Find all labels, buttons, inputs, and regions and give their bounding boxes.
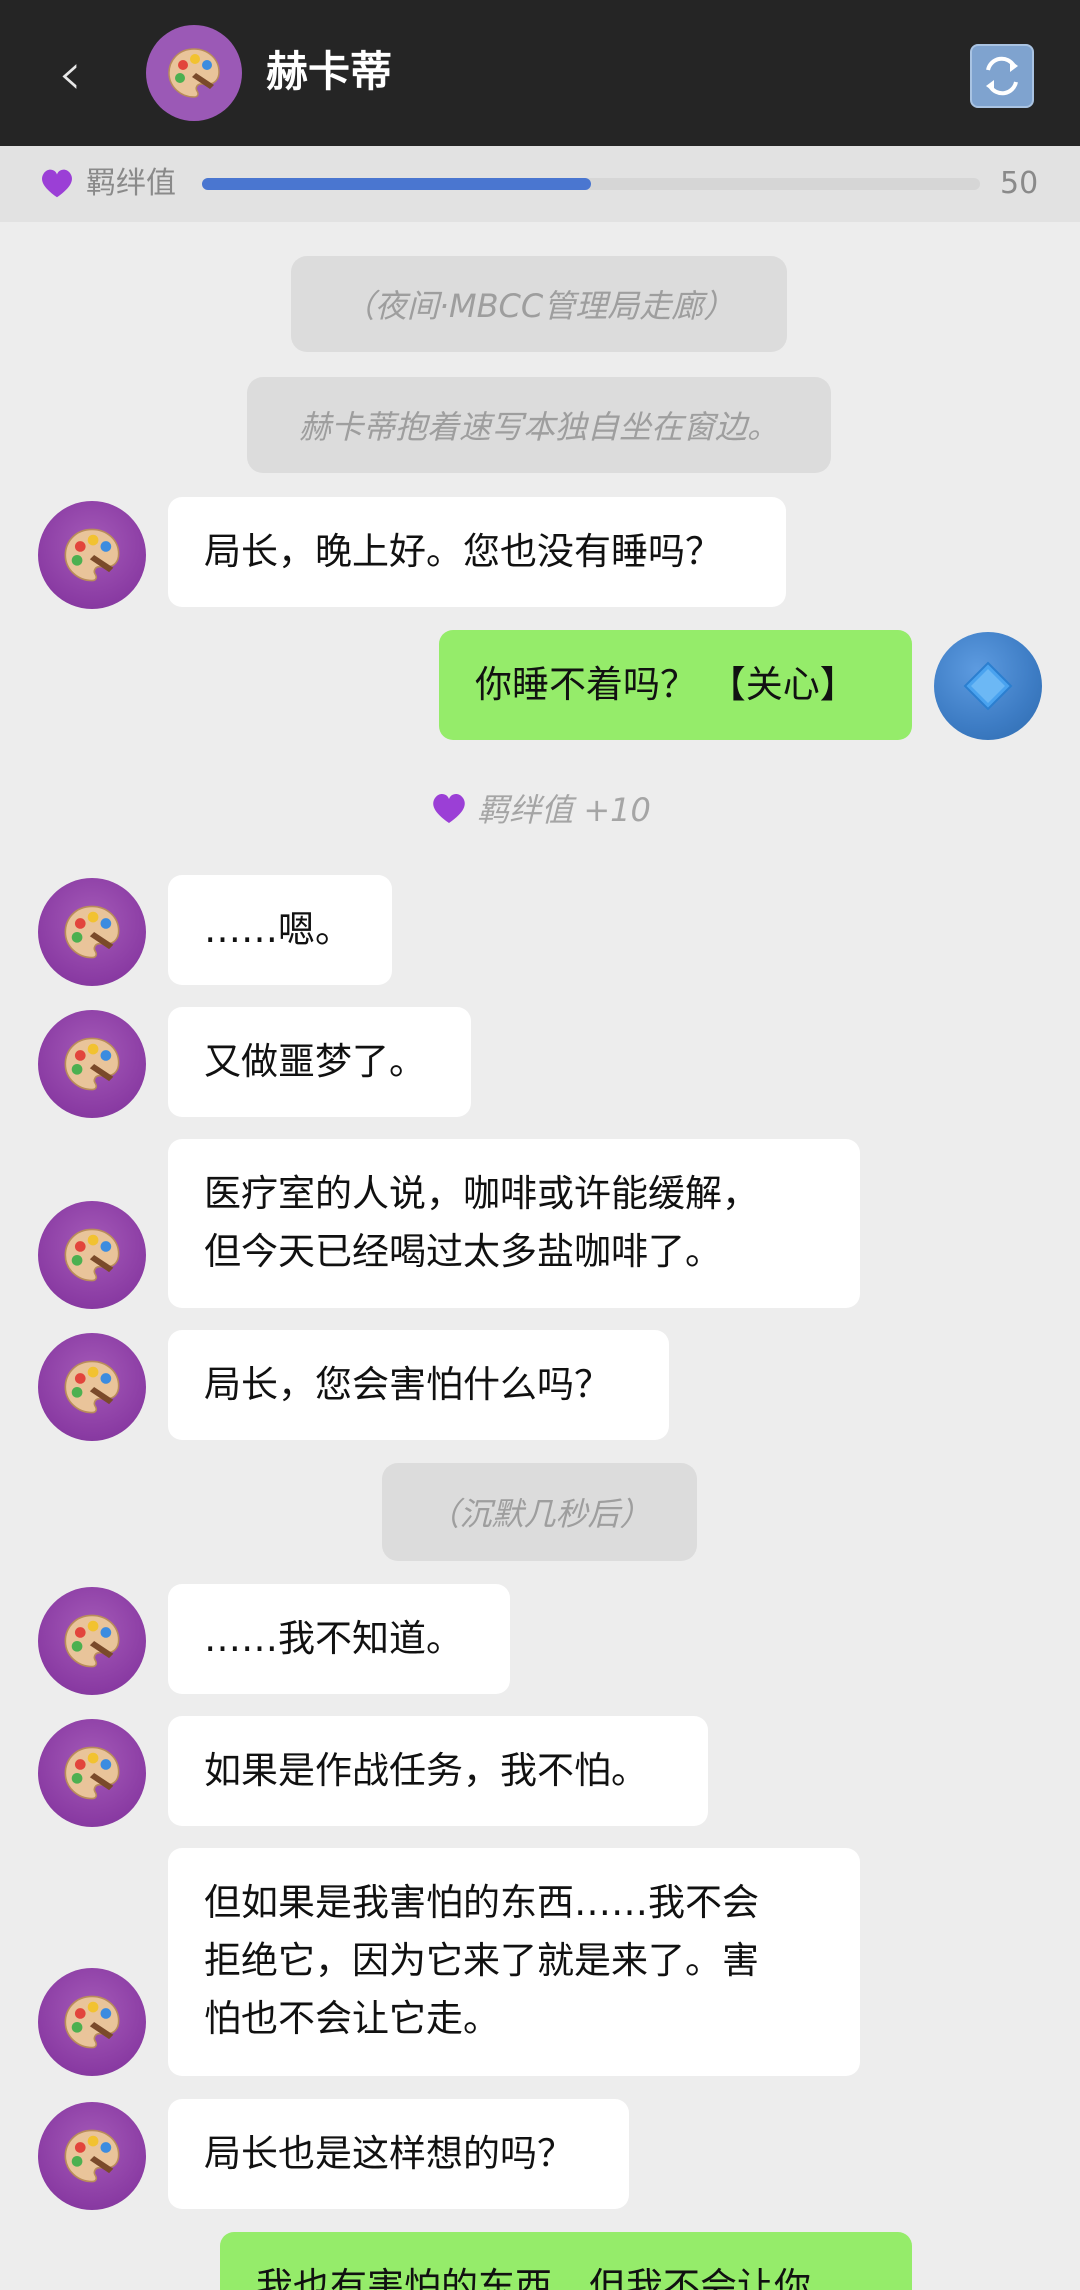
purple-heart-icon bbox=[42, 169, 72, 198]
npc-avatar[interactable] bbox=[38, 1201, 146, 1309]
system-note: 赫卡蒂抱着速写本独自坐在窗边。 bbox=[247, 377, 831, 473]
npc-message: 局长，晚上好。您也没有睡吗？ bbox=[168, 497, 786, 607]
bond-progress-fill bbox=[202, 178, 591, 190]
palette-icon bbox=[64, 528, 120, 582]
chat-title: 赫卡蒂 bbox=[266, 47, 393, 96]
palette-icon bbox=[64, 1746, 120, 1800]
npc-avatar[interactable] bbox=[38, 1010, 146, 1118]
chat-header: ‹ 赫卡蒂 bbox=[0, 0, 1080, 146]
npc-avatar[interactable] bbox=[38, 1968, 146, 2076]
npc-avatar[interactable] bbox=[38, 1587, 146, 1695]
user-message: 你睡不着吗？ 【关心】 bbox=[439, 630, 912, 740]
bond-change-note: 羁绊值 +10 bbox=[0, 788, 1080, 829]
npc-message: 医疗室的人说，咖啡或许能缓解， 但今天已经喝过太多盐咖啡了。 bbox=[168, 1139, 860, 1308]
bond-label: 羁绊值 bbox=[86, 166, 176, 201]
blue-diamond-icon bbox=[963, 661, 1013, 711]
palette-icon bbox=[64, 905, 120, 959]
palette-icon bbox=[64, 2129, 120, 2183]
bond-progress-track bbox=[202, 178, 980, 190]
message-line: 拒绝它，因为它来了就是来了。害 bbox=[204, 1939, 759, 1982]
refresh-icon[interactable] bbox=[970, 44, 1034, 108]
npc-message: ……嗯。 bbox=[168, 875, 392, 985]
npc-message: 局长也是这样想的吗？ bbox=[168, 2099, 629, 2209]
npc-message: 如果是作战任务，我不怕。 bbox=[168, 1716, 708, 1826]
message-line: 但今天已经喝过太多盐咖啡了。 bbox=[204, 1230, 722, 1273]
npc-message: 局长，您会害怕什么吗？ bbox=[168, 1330, 669, 1440]
npc-avatar[interactable] bbox=[38, 2102, 146, 2210]
npc-avatar[interactable] bbox=[38, 501, 146, 609]
npc-message: 但如果是我害怕的东西……我不会 拒绝它，因为它来了就是来了。害 怕也不会让它走。 bbox=[168, 1848, 860, 2076]
npc-message: ……我不知道。 bbox=[168, 1584, 510, 1694]
npc-message: 又做噩梦了。 bbox=[168, 1007, 471, 1117]
npc-avatar[interactable] bbox=[38, 878, 146, 986]
bond-change-text: 羁绊值 +10 bbox=[477, 791, 651, 829]
user-avatar[interactable] bbox=[934, 632, 1042, 740]
npc-avatar[interactable] bbox=[38, 1333, 146, 1441]
palette-icon bbox=[64, 1995, 120, 2049]
palette-icon bbox=[64, 1037, 120, 1091]
chevron-left-icon[interactable]: ‹ bbox=[58, 44, 102, 104]
message-line: 但如果是我害怕的东西……我不会 bbox=[204, 1881, 759, 1924]
palette-icon bbox=[64, 1614, 120, 1668]
user-message: 我也有害怕的东西，但我不会让你 bbox=[220, 2232, 912, 2290]
purple-heart-icon bbox=[433, 793, 465, 823]
bond-bar: 羁绊值 50 bbox=[0, 146, 1080, 222]
message-line: 医疗室的人说，咖啡或许能缓解， bbox=[204, 1172, 759, 1215]
palette-icon bbox=[64, 1360, 120, 1414]
system-note: （沉默几秒后） bbox=[382, 1463, 697, 1561]
palette-icon bbox=[168, 48, 220, 98]
palette-icon bbox=[64, 1228, 120, 1282]
npc-avatar[interactable] bbox=[38, 1719, 146, 1827]
bond-value: 50 bbox=[1000, 166, 1039, 201]
contact-avatar[interactable] bbox=[146, 25, 242, 121]
system-note: （夜间·MBCC管理局走廊） bbox=[291, 256, 787, 352]
message-line: 怕也不会让它走。 bbox=[204, 1997, 500, 2040]
